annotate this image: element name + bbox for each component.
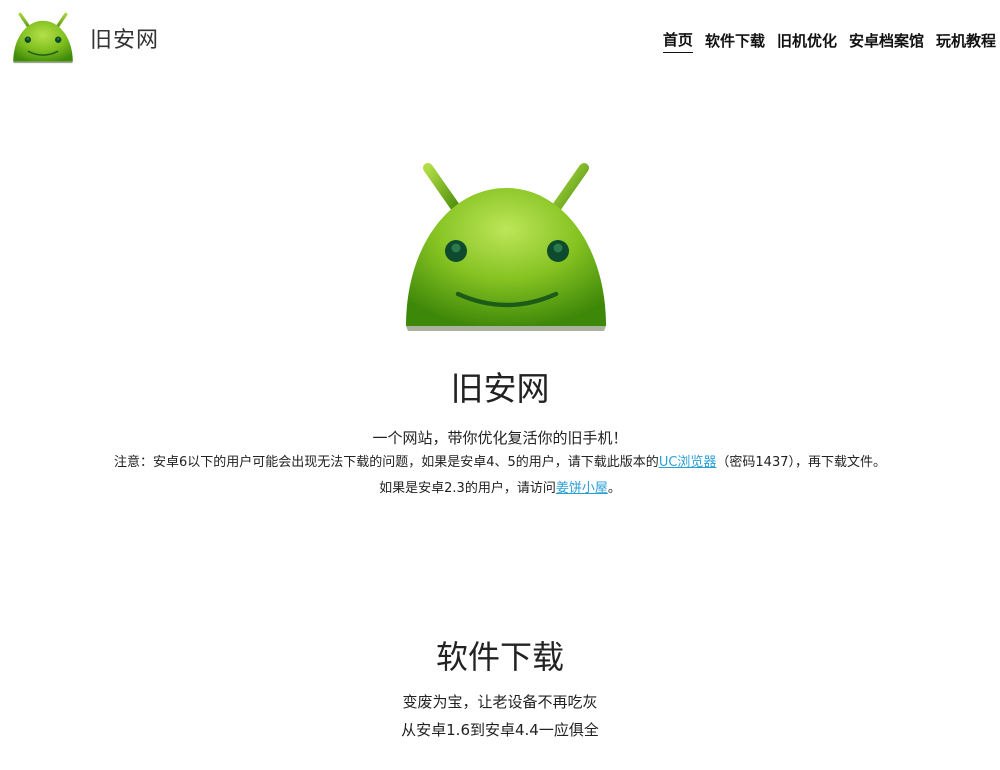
android-head-icon	[13, 12, 73, 64]
notice-text-tail: （密码1437），再下载文件。	[716, 455, 886, 470]
nav-item-android-archive[interactable]: 安卓档案馆	[849, 30, 924, 53]
nav-item-software-download[interactable]: 软件下载	[705, 30, 765, 53]
main-nav: 首页 软件下载 旧机优化 安卓档案馆 玩机教程	[651, 29, 996, 53]
section-description: 从安卓1.6到安卓4.4一应俱全	[401, 721, 599, 739]
notice-text-tail: 。	[607, 481, 621, 496]
site-header: 旧安网 首页 软件下载 旧机优化 安卓档案馆 玩机教程	[0, 0, 1000, 80]
section-title: 软件下载	[435, 638, 564, 676]
brand-home-link[interactable]: 旧安网	[12, 12, 159, 64]
notice-text: 注意：安卓6以下的用户可能会出现无法下载的问题，如果是安卓4、5的用户，请下载此…	[113, 455, 659, 470]
hero-subtitle: 一个网站，带你优化复活你的旧手机！	[372, 429, 628, 447]
nav-item-old-phone-optimize[interactable]: 旧机优化	[777, 30, 837, 53]
uc-browser-link[interactable]: UC浏览器	[659, 455, 717, 470]
gingerbread-notice: 如果是安卓2.3的用户，请访问姜饼小屋。	[0, 477, 1000, 496]
gingerbread-house-link[interactable]: 姜饼小屋	[556, 481, 608, 496]
android-version-notice: 注意：安卓6以下的用户可能会出现无法下载的问题，如果是安卓4、5的用户，请下载此…	[0, 451, 1000, 470]
section-tagline: 变废为宝，让老设备不再吃灰	[402, 693, 598, 711]
notice-text: 如果是安卓2.3的用户，请访问	[379, 481, 556, 496]
nav-item-tutorials[interactable]: 玩机教程	[936, 30, 996, 53]
android-head-icon	[406, 163, 606, 331]
page: 旧安网 首页 软件下载 旧机优化 安卓档案馆 玩机教程 旧安网 一个网站，带你优…	[0, 0, 1000, 770]
hero-title: 旧安网	[450, 369, 550, 408]
brand-name: 旧安网	[90, 28, 160, 53]
nav-item-home[interactable]: 首页	[662, 29, 693, 53]
